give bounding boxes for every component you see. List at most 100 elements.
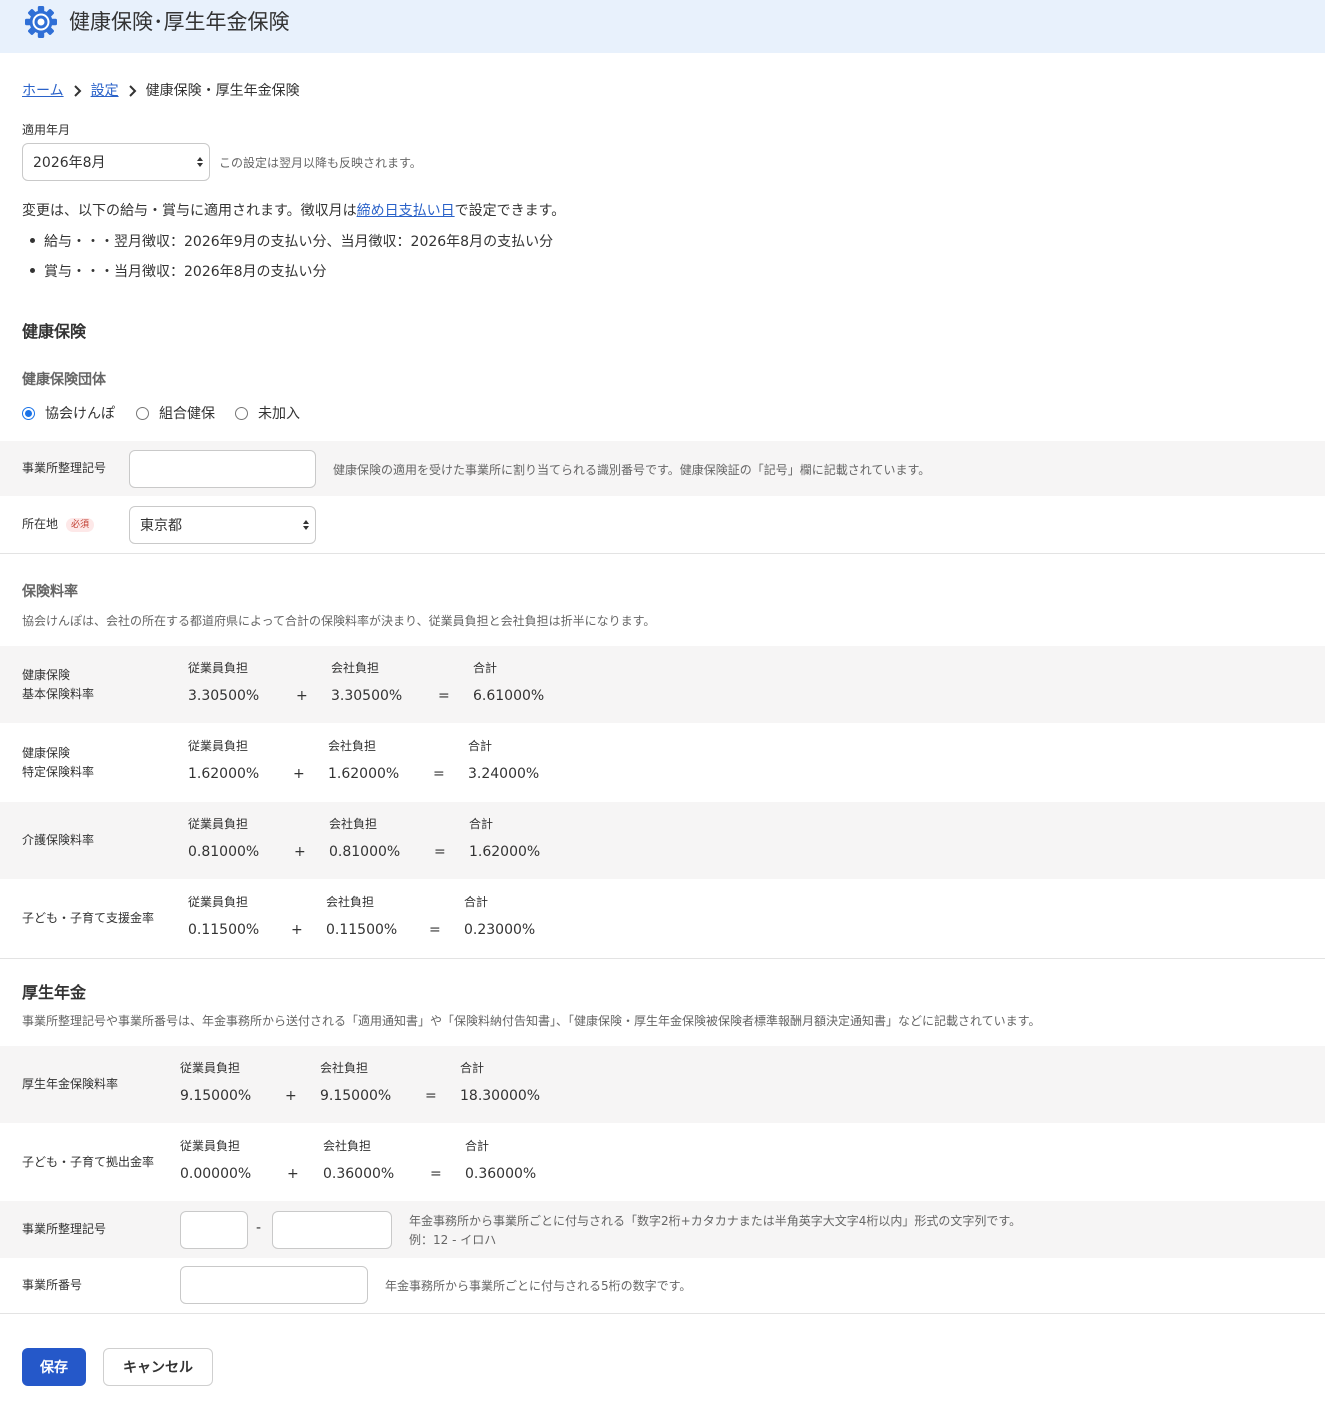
period-label: 適用年月 — [22, 123, 71, 137]
breadcrumb: ホーム 設定 健康保険・厚生年金保険 — [22, 81, 300, 101]
office-number-hint: 年金事務所から事業所ごとに付与される5桁の数字です。 — [385, 1279, 692, 1293]
health-org-title: 健康保険団体 — [22, 372, 106, 388]
radio-kumiai-kenpo[interactable]: 組合健保 — [136, 403, 215, 423]
equals-sign: = — [438, 688, 450, 704]
health-office-code-input[interactable] — [129, 450, 316, 488]
pension-office-code-example: 例：12 - イロハ — [409, 1233, 497, 1247]
company-share-label: 会社負担 — [328, 739, 377, 753]
pension-section-title: 厚生年金 — [22, 983, 87, 1002]
radio-not-enrolled[interactable]: 未加入 — [235, 403, 300, 423]
plus-sign: + — [291, 922, 303, 938]
company-share-value: 0.81000% — [329, 844, 401, 860]
total-label: 合計 — [469, 817, 494, 831]
rate-title: 保険料率 — [22, 584, 78, 600]
rate-row — [0, 1046, 1325, 1123]
breadcrumb-settings-link[interactable]: 設定 — [91, 81, 119, 101]
breadcrumb-home-link[interactable]: ホーム — [22, 81, 64, 101]
plus-sign: + — [294, 844, 306, 860]
radio-label: 組合健保 — [159, 406, 215, 422]
gear-icon — [25, 6, 57, 38]
total-label: 合計 — [460, 1061, 485, 1075]
notice-text: 変更は、以下の給与・賞与に適用されます。徴収月は締め日支払い日で設定できます。 — [22, 200, 565, 220]
chevron-right-icon — [73, 85, 82, 97]
employee-share-value: 9.15000% — [180, 1088, 252, 1104]
period-select[interactable]: 2026年8月 — [22, 143, 210, 181]
company-share-value: 0.36000% — [323, 1166, 395, 1182]
employee-share-value: 1.62000% — [188, 766, 260, 782]
employee-share-label: 従業員負担 — [188, 895, 249, 909]
plus-sign: + — [293, 766, 305, 782]
radio-kyokai-kenpo[interactable]: 協会けんぽ — [22, 403, 115, 423]
rate-row-label: 健康保険 基本保険料率 — [22, 668, 95, 701]
company-share-label: 会社負担 — [331, 661, 380, 675]
office-number-label: 事業所番号 — [22, 1278, 83, 1292]
rate-row-label: 子ども・子育て拠出金率 — [22, 1155, 155, 1169]
total-value: 1.62000% — [469, 844, 541, 860]
notice-pre: 変更は、以下の給与・賞与に適用されます。徴収月は — [22, 203, 357, 219]
total-value: 3.24000% — [468, 766, 540, 782]
rate-row — [0, 646, 1325, 723]
plus-sign: + — [285, 1088, 297, 1104]
total-value: 0.23000% — [464, 922, 536, 938]
cancel-button[interactable]: キャンセル — [103, 1348, 213, 1386]
equals-sign: = — [425, 1088, 437, 1104]
breadcrumb-current: 健康保険・厚生年金保険 — [145, 83, 300, 99]
radio-unselected-icon — [136, 406, 149, 420]
required-badge: 必須 — [66, 518, 95, 532]
pension-office-code-hint: 年金事務所から事業所ごとに付与される「数字2桁+カタカナまたは半角英字大文字4桁… — [409, 1214, 1022, 1228]
employee-share-value: 3.30500% — [188, 688, 260, 704]
location-label: 所在地 必須 — [22, 515, 95, 534]
office-code-separator: - — [256, 1220, 262, 1236]
company-share-label: 会社負担 — [329, 817, 378, 831]
location-select[interactable]: 東京都 — [129, 506, 316, 544]
health-office-code-label: 事業所整理記号 — [22, 461, 107, 475]
pension-office-code-part2-input[interactable] — [272, 1211, 392, 1249]
employee-share-value: 0.00000% — [180, 1166, 252, 1182]
divider — [0, 1313, 1325, 1314]
save-button[interactable]: 保存 — [22, 1348, 86, 1386]
total-value: 0.36000% — [465, 1166, 537, 1182]
pension-office-code-label: 事業所整理記号 — [22, 1222, 107, 1236]
employee-share-label: 従業員負担 — [188, 661, 249, 675]
page-header: 健康保険･厚生年金保険 — [0, 0, 1325, 53]
equals-sign: = — [429, 922, 441, 938]
period-select-value: 2026年8月 — [33, 155, 106, 171]
radio-unselected-icon — [235, 406, 248, 420]
pension-office-code-part1-input[interactable] — [180, 1211, 248, 1249]
closing-payday-link[interactable]: 締め日支払い日 — [357, 203, 455, 219]
company-share-label: 会社負担 — [320, 1061, 369, 1075]
employee-share-value: 0.81000% — [188, 844, 260, 860]
select-arrows-icon — [303, 520, 309, 530]
equals-sign: = — [430, 1166, 442, 1182]
equals-sign: = — [434, 844, 446, 860]
equals-sign: = — [433, 766, 445, 782]
employee-share-value: 0.11500% — [188, 922, 260, 938]
company-share-value: 3.30500% — [331, 688, 403, 704]
divider — [0, 958, 1325, 959]
company-share-value: 0.11500% — [326, 922, 398, 938]
rate-row-label: 厚生年金保険料率 — [22, 1077, 119, 1091]
location-label-text: 所在地 — [22, 517, 59, 531]
total-label: 合計 — [473, 661, 498, 675]
pension-description: 事業所整理記号や事業所番号は、年金事務所から送付される「適用通知書」や「保険料納… — [22, 1014, 1041, 1028]
rate-row-label: 健康保険 特定保険料率 — [22, 746, 95, 779]
notice-item-salary: 給与・・・翌月徴収：2026年9月の支払い分、当月徴収：2026年8月の支払い分 — [44, 234, 554, 250]
bullet-dot — [30, 268, 35, 273]
radio-label: 未加入 — [258, 406, 300, 422]
notice-item-bonus: 賞与・・・当月徴収：2026年8月の支払い分 — [44, 264, 327, 280]
plus-sign: + — [287, 1166, 299, 1182]
plus-sign: + — [296, 688, 308, 704]
chevron-right-icon — [128, 85, 137, 97]
office-number-input[interactable] — [180, 1266, 368, 1304]
employee-share-label: 従業員負担 — [180, 1061, 241, 1075]
total-label: 合計 — [465, 1139, 490, 1153]
company-share-label: 会社負担 — [323, 1139, 372, 1153]
total-value: 6.61000% — [473, 688, 545, 704]
total-label: 合計 — [468, 739, 493, 753]
company-share-label: 会社負担 — [326, 895, 375, 909]
company-share-value: 9.15000% — [320, 1088, 392, 1104]
location-select-value: 東京都 — [140, 518, 182, 534]
divider — [0, 553, 1325, 554]
employee-share-label: 従業員負担 — [188, 817, 249, 831]
total-value: 18.30000% — [460, 1088, 541, 1104]
